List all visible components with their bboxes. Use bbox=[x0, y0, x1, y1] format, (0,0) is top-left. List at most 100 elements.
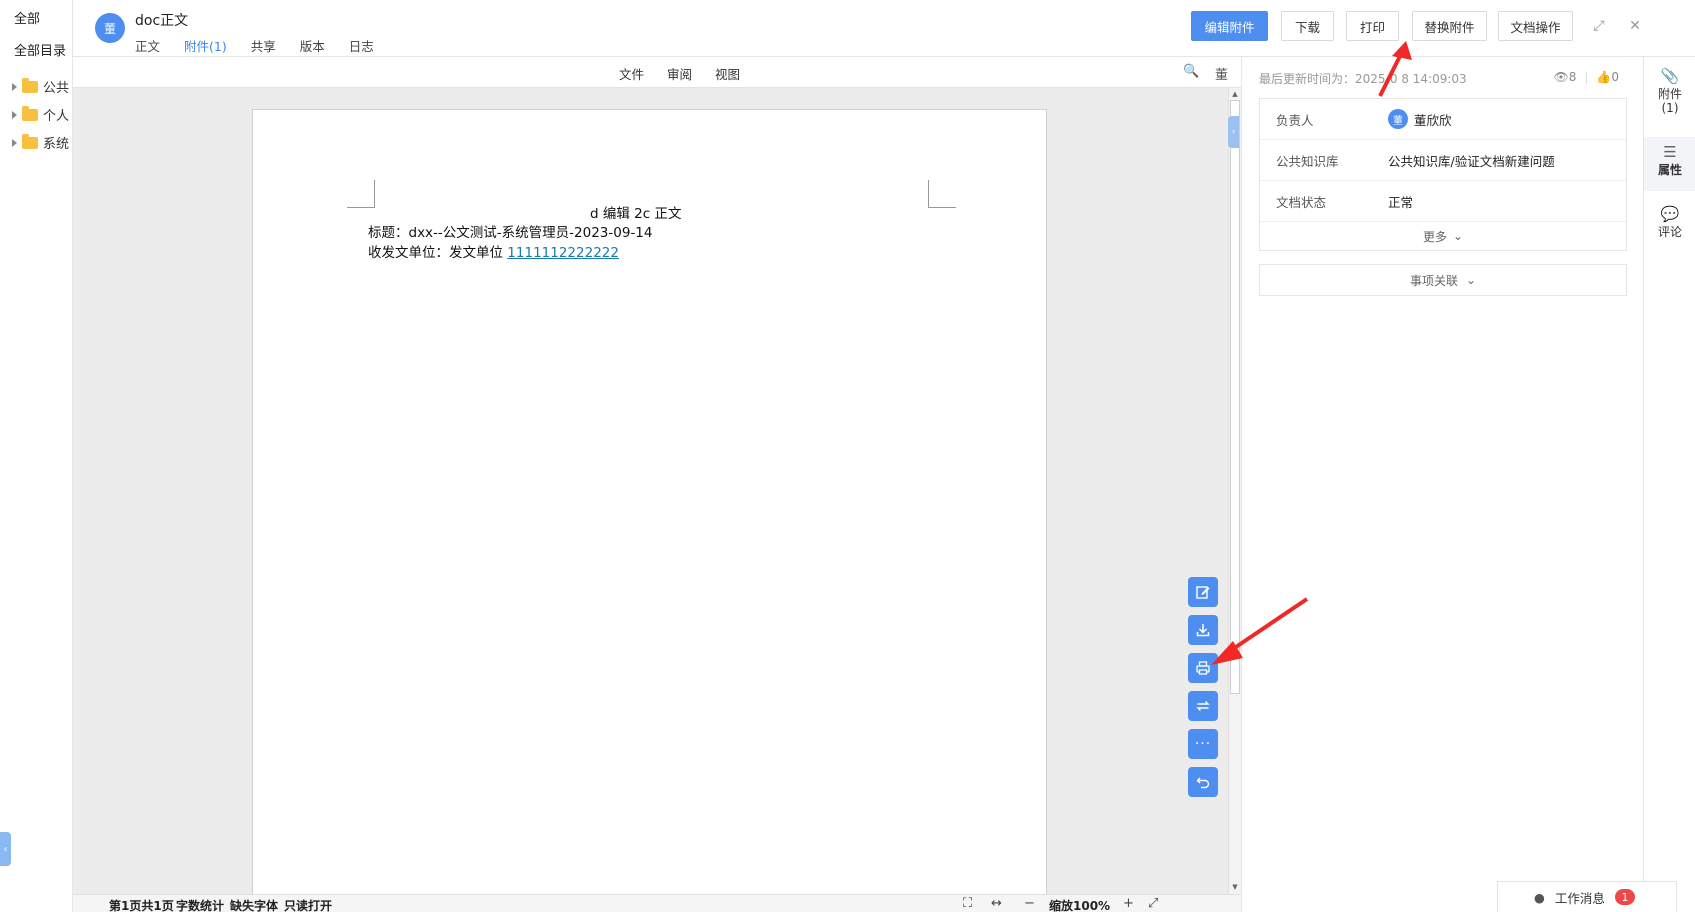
all-catalog-link[interactable]: 全部目录 bbox=[14, 40, 66, 59]
sidebar-collapse-button[interactable]: ‹ bbox=[0, 832, 11, 866]
missing-fonts-button[interactable]: 缺失字体 bbox=[230, 897, 278, 912]
rail-label: 评论 bbox=[1657, 225, 1682, 239]
search-icon[interactable]: 🔍 bbox=[1183, 64, 1199, 79]
work-messages-button[interactable]: ● 工作消息 1 bbox=[1497, 881, 1677, 912]
unread-badge: 1 bbox=[1614, 889, 1635, 905]
rail-properties[interactable]: ☰ 属性 bbox=[1644, 137, 1695, 191]
folder-icon bbox=[22, 77, 38, 93]
scroll-down-icon[interactable]: ▼ bbox=[1230, 882, 1240, 892]
more-button[interactable]: 更多 ⌄ bbox=[1260, 222, 1626, 250]
related-label: 事项关联 bbox=[1409, 273, 1458, 288]
zoom-out-icon[interactable]: − bbox=[1024, 896, 1035, 911]
prop-value: 正常 bbox=[1388, 194, 1414, 210]
rail-count: (1) bbox=[1661, 101, 1679, 115]
avatar: 董 bbox=[95, 13, 125, 43]
more-label: 更多 bbox=[1422, 229, 1447, 244]
sliders-icon: ☰ bbox=[1663, 143, 1677, 161]
table-row: 负责人 董 董欣欣 bbox=[1260, 99, 1626, 140]
page-margin-marker bbox=[928, 180, 956, 208]
thumbs-up-icon: 👍 bbox=[1596, 70, 1612, 84]
annotation-arrow-icon bbox=[1378, 41, 1412, 97]
prop-value: 董 董欣欣 bbox=[1388, 109, 1452, 129]
tree-item-personal[interactable]: 个人 bbox=[12, 105, 69, 124]
folder-icon bbox=[22, 133, 38, 149]
likes-count[interactable]: 👍0 bbox=[1596, 70, 1619, 84]
user-avatar-icon: 董 bbox=[1388, 109, 1408, 129]
page-indicator: 第1页共1页 bbox=[109, 899, 174, 912]
eye-icon: 👁 bbox=[1553, 70, 1569, 84]
more-fab[interactable]: ··· bbox=[1188, 729, 1218, 759]
edit-attachment-button[interactable]: 编辑附件 bbox=[1191, 11, 1268, 41]
tree-item-label: 系统 bbox=[43, 137, 70, 152]
menu-file[interactable]: 文件 bbox=[619, 64, 644, 83]
doc-unit-link[interactable]: 1111112222222 bbox=[507, 245, 619, 261]
header: 董 doc正文 正文 附件(1) 共享 版本 日志 编辑附件 下载 打印 替换附… bbox=[73, 0, 1695, 61]
replace-attachment-button[interactable]: 替换附件 bbox=[1412, 11, 1487, 41]
expand-arrow-icon[interactable] bbox=[12, 138, 17, 147]
tree-item-label: 公共 bbox=[43, 81, 70, 96]
status-bar: 第1页共1页 字数统计 缺失字体 只读打开 ⛶ ↔ − 缩放100% + ⤢ bbox=[73, 894, 1241, 912]
chevron-down-icon: ⌄ bbox=[1452, 229, 1464, 243]
expand-arrow-icon[interactable] bbox=[12, 110, 17, 119]
zoom-in-icon[interactable]: + bbox=[1123, 896, 1134, 911]
word-count-button[interactable]: 字数统计 bbox=[176, 897, 224, 912]
owner-name: 董欣欣 bbox=[1414, 112, 1452, 128]
fit-width-icon[interactable]: ↔ bbox=[991, 896, 1002, 911]
messages-label: 工作消息 bbox=[1554, 890, 1605, 906]
right-rail: 📎 附件 (1) ☰ 属性 💬 评论 bbox=[1643, 57, 1695, 912]
menu-review[interactable]: 审阅 bbox=[667, 64, 692, 83]
prop-key: 文档状态 bbox=[1276, 194, 1327, 210]
rail-comments[interactable]: 💬 评论 bbox=[1644, 207, 1695, 251]
fit-page-icon[interactable]: ⛶ bbox=[963, 896, 972, 911]
related-items-button[interactable]: 事项关联 ⌄ bbox=[1259, 264, 1627, 296]
rail-label: 附件 bbox=[1657, 87, 1682, 101]
annotation-arrow-icon bbox=[1211, 597, 1309, 665]
panel-toggle-handle[interactable]: › bbox=[1228, 116, 1239, 148]
properties-panel: 最后更新时间为：2025-0 8 14:09:03 👁8 | 👍0 负责人 董 … bbox=[1241, 57, 1643, 912]
rail-label: 属性 bbox=[1657, 163, 1682, 177]
doc-unit-label: 收发文单位：发文单位 bbox=[368, 245, 508, 261]
expand-arrow-icon[interactable] bbox=[12, 82, 17, 91]
paperclip-icon: 📎 bbox=[1660, 67, 1680, 85]
replace-fab[interactable] bbox=[1188, 691, 1218, 721]
back-fab[interactable] bbox=[1188, 767, 1218, 797]
menu-view[interactable]: 视图 bbox=[715, 64, 740, 83]
document-page[interactable]: d 编辑 2c 正文 标题：dxx--公文测试-系统管理员-2023-09-14… bbox=[252, 109, 1047, 909]
tree-item-public[interactable]: 公共 bbox=[12, 77, 69, 96]
rail-attachments[interactable]: 📎 附件 (1) bbox=[1644, 67, 1695, 125]
user-badge[interactable]: 董 bbox=[1215, 64, 1228, 83]
left-sidebar: 全部 全部目录 公共 个人 系统 ‹ bbox=[0, 0, 73, 912]
swap-icon bbox=[1196, 701, 1210, 711]
vertical-scrollbar[interactable]: ▲ ▼ bbox=[1228, 88, 1241, 894]
all-link[interactable]: 全部 bbox=[14, 8, 40, 27]
close-icon[interactable]: ✕ bbox=[1626, 17, 1644, 35]
page-margin-marker bbox=[347, 180, 375, 208]
doc-stats: 👁8 | 👍0 bbox=[1553, 70, 1619, 84]
tree-item-label: 个人 bbox=[43, 109, 70, 124]
download-button[interactable]: 下载 bbox=[1281, 11, 1334, 41]
views-count: 👁8 bbox=[1553, 70, 1577, 84]
document-viewer: d 编辑 2c 正文 标题：dxx--公文测试-系统管理员-2023-09-14… bbox=[73, 88, 1241, 909]
readonly-label: 只读打开 bbox=[284, 899, 333, 912]
scroll-up-icon[interactable]: ▲ bbox=[1230, 89, 1240, 99]
doc-operations-button[interactable]: 文档操作 bbox=[1498, 11, 1573, 41]
last-updated: 最后更新时间为：2025-0 8 14:09:03 bbox=[1259, 72, 1467, 86]
expand-icon[interactable]: ⤢ bbox=[1148, 896, 1158, 911]
more-dots-icon: ··· bbox=[1194, 736, 1212, 752]
undo-icon bbox=[1196, 777, 1210, 789]
doc-title-line: 标题：dxx--公文测试-系统管理员-2023-09-14 bbox=[368, 225, 653, 241]
table-row: 文档状态 正常 bbox=[1260, 181, 1626, 222]
prop-key: 公共知识库 bbox=[1276, 153, 1339, 169]
comment-icon: 💬 bbox=[1660, 205, 1680, 223]
doc-toolbar: 文件 审阅 视图 🔍 董 bbox=[73, 57, 1241, 88]
prop-value: 公共知识库/验证文档新建问题 bbox=[1388, 153, 1555, 169]
fullscreen-icon[interactable]: ⤢ bbox=[1590, 17, 1608, 35]
doc-heading: d 编辑 2c 正文 bbox=[590, 206, 682, 222]
doc-unit-line: 收发文单位：发文单位 1111112222222 bbox=[368, 241, 619, 261]
tree-item-system[interactable]: 系统 bbox=[12, 133, 69, 152]
page-title: doc正文 bbox=[135, 13, 189, 29]
property-table: 负责人 董 董欣欣 公共知识库 公共知识库/验证文档新建问题 文档状态 正常 更… bbox=[1259, 98, 1627, 251]
prop-key: 负责人 bbox=[1276, 112, 1314, 128]
print-button[interactable]: 打印 bbox=[1346, 11, 1399, 41]
zoom-level[interactable]: 缩放100% bbox=[1049, 897, 1110, 912]
